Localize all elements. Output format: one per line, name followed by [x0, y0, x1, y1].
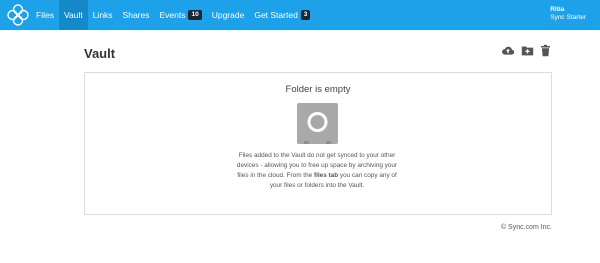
new-folder-icon[interactable] — [521, 44, 534, 57]
cloud-upload-icon[interactable] — [500, 44, 516, 57]
nav-shares[interactable]: Shares — [118, 0, 155, 30]
nav-shares-label: Shares — [122, 10, 150, 20]
footer-copyright: © Sync.com Inc. — [500, 224, 552, 231]
empty-state-title: Folder is empty — [285, 84, 351, 95]
nav-files[interactable]: Files — [31, 0, 59, 30]
files-tab-link[interactable]: files tab — [314, 172, 338, 179]
nav-links[interactable]: Links — [88, 0, 118, 30]
nav-events[interactable]: Events 10 — [154, 0, 206, 30]
nav-vault-label: Vault — [63, 10, 83, 20]
nav-upgrade[interactable]: Upgrade — [207, 0, 250, 30]
main-nav: Files Vault Links Shares Events 10 Upgra… — [31, 0, 315, 30]
nav-events-label: Events — [159, 10, 186, 20]
user-plan: Sync Starter — [550, 14, 586, 21]
empty-state-description: Files added to the Vault do not get sync… — [234, 151, 400, 191]
top-navigation-bar: Files Vault Links Shares Events 10 Upgra… — [0, 0, 600, 30]
vault-safe-icon — [297, 103, 338, 144]
nav-files-label: Files — [36, 10, 54, 20]
user-menu[interactable]: Ritia Sync Starter — [550, 6, 586, 22]
trash-icon[interactable] — [539, 44, 552, 57]
nav-links-label: Links — [92, 10, 113, 20]
nav-upgrade-label: Upgrade — [211, 10, 245, 20]
get-started-count-badge: 3 — [300, 10, 311, 20]
vault-toolbar — [500, 44, 552, 57]
page-title: Vault — [84, 46, 116, 61]
user-name: Ritia — [550, 6, 565, 13]
nav-vault[interactable]: Vault — [58, 0, 88, 30]
nav-get-started[interactable]: Get Started 3 — [249, 0, 315, 30]
nav-get-started-label: Get Started — [254, 10, 298, 20]
sync-logo-icon[interactable] — [6, 4, 30, 26]
events-count-badge: 10 — [188, 10, 202, 20]
